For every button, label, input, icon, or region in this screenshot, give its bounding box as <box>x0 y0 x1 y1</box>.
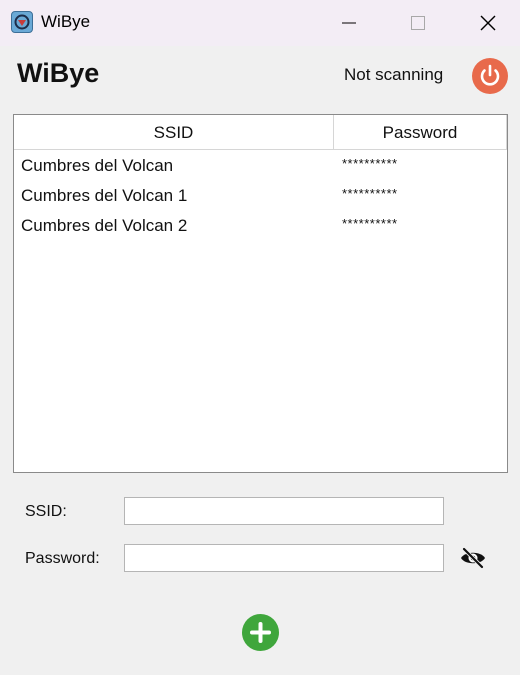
close-icon <box>480 15 496 31</box>
power-icon <box>480 64 500 86</box>
password-label: Password: <box>25 550 100 567</box>
title-bar: WiBye <box>0 0 520 46</box>
ssid-label: SSID: <box>25 503 67 520</box>
plus-icon <box>250 622 271 643</box>
column-header-password[interactable]: Password <box>334 115 507 149</box>
add-network-button[interactable] <box>242 614 279 651</box>
password-cell: ********** <box>342 186 398 201</box>
scan-status-label: Not scanning <box>344 65 444 84</box>
close-button[interactable] <box>473 8 503 38</box>
table-row[interactable]: Cumbres del Volcan 2 ********** <box>14 211 507 241</box>
minimize-icon <box>342 22 356 24</box>
table-row[interactable]: Cumbres del Volcan 1 ********** <box>14 181 507 211</box>
password-cell: ********** <box>342 216 398 231</box>
power-button[interactable] <box>472 58 508 94</box>
ssid-cell: Cumbres del Volcan <box>21 156 174 175</box>
eye-off-icon <box>461 547 485 569</box>
window-title: WiBye <box>41 12 91 31</box>
table-row[interactable]: Cumbres del Volcan ********** <box>14 151 507 181</box>
maximize-icon <box>411 16 425 30</box>
minimize-button[interactable] <box>334 8 364 38</box>
table-header: SSID Password <box>14 115 507 150</box>
password-cell: ********** <box>342 156 398 171</box>
password-input[interactable] <box>124 544 444 572</box>
column-header-ssid[interactable]: SSID <box>14 115 334 149</box>
password-visibility-toggle[interactable] <box>458 545 488 571</box>
app-heading: WiBye <box>17 58 100 88</box>
ssid-cell: Cumbres del Volcan 1 <box>21 186 188 205</box>
ssid-input[interactable] <box>124 497 444 525</box>
maximize-button[interactable] <box>403 8 433 38</box>
ssid-cell: Cumbres del Volcan 2 <box>21 216 188 235</box>
wibye-app-icon <box>11 11 33 33</box>
networks-table[interactable]: SSID Password Cumbres del Volcan *******… <box>13 114 508 473</box>
